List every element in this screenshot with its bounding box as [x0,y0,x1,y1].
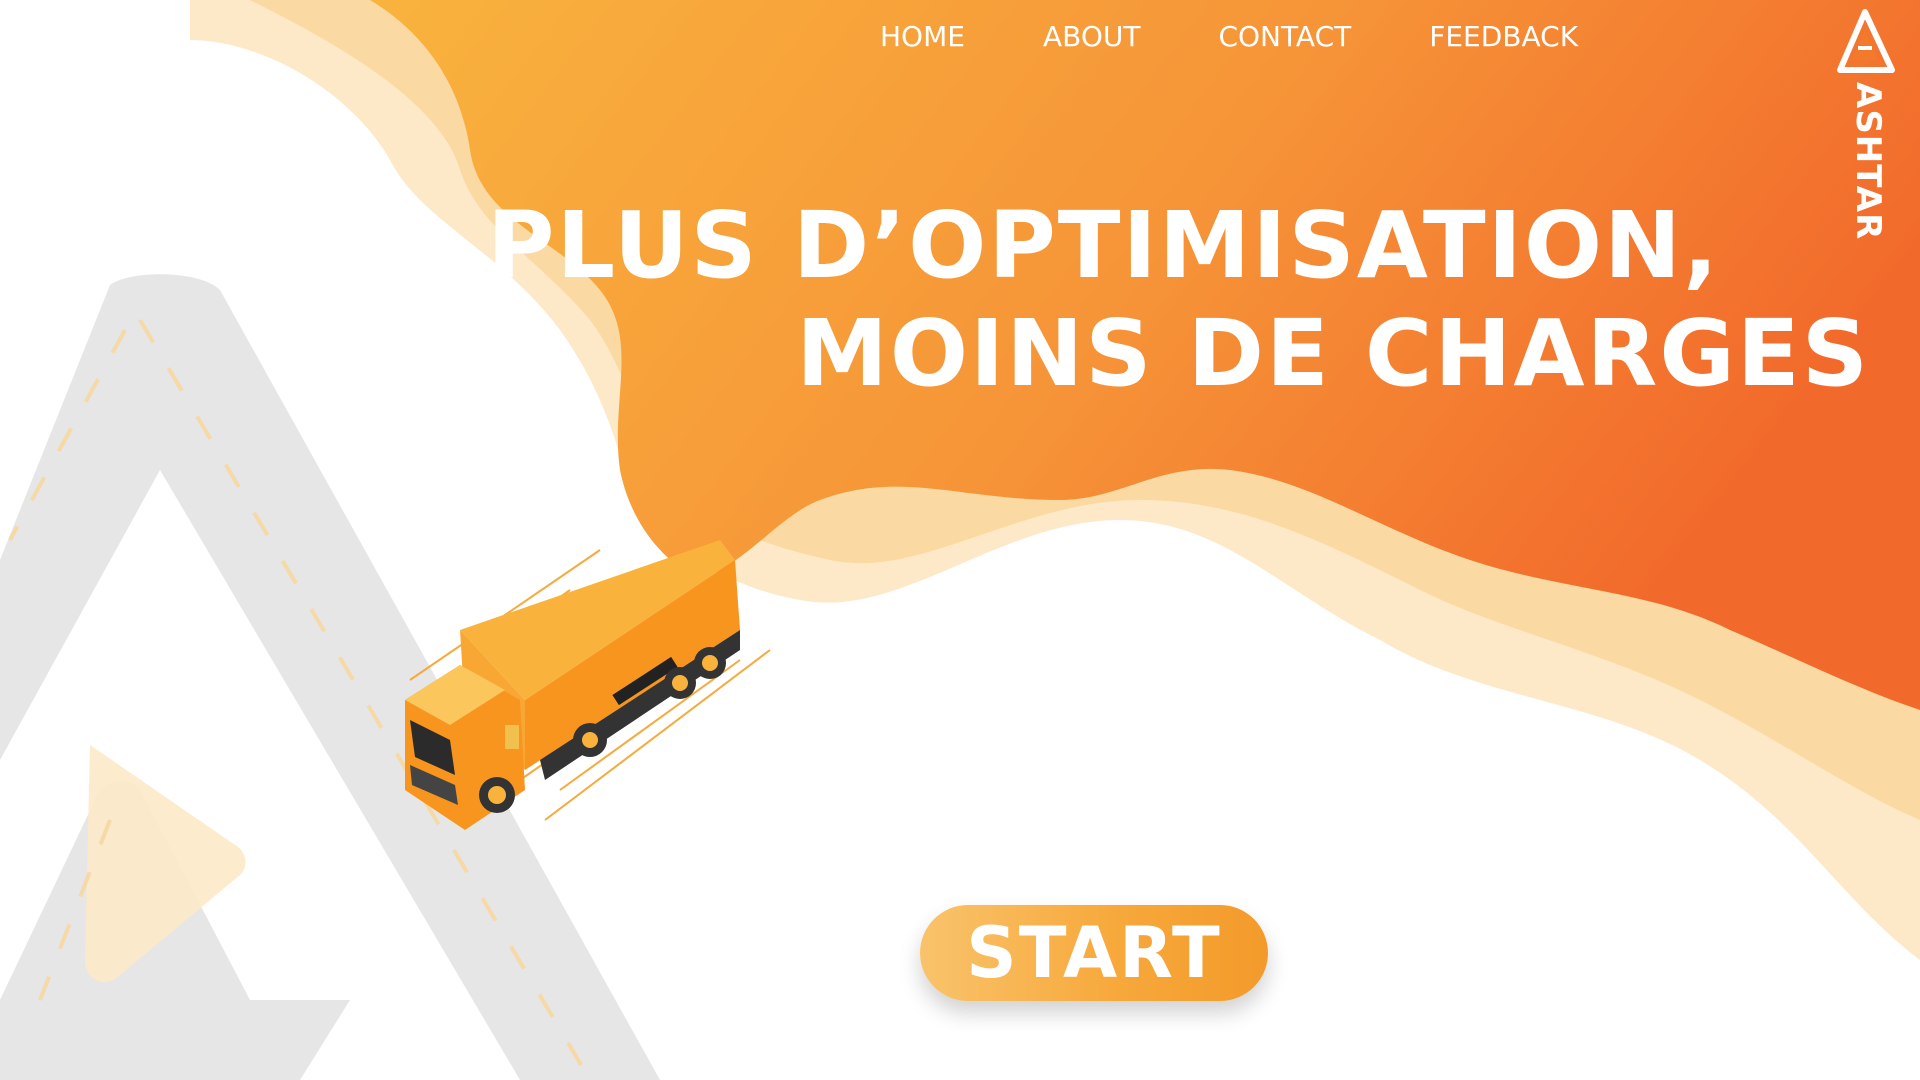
headline-line-1: PLUS D’OPTIMISATION, [487,192,1720,299]
orange-truck-icon [405,540,740,830]
nav-about-link[interactable]: ABOUT [1043,20,1141,53]
landing-page: HOME ABOUT CONTACT FEEDBACK ASHTAR PLUS … [0,0,1920,1080]
hero-headline: PLUS D’OPTIMISATION, MOINS DE CHARGES [487,192,1870,408]
triangle-road-logo-icon [1837,9,1895,73]
nav-feedback-link[interactable]: FEEDBACK [1429,20,1578,53]
nav-contact-link[interactable]: CONTACT [1218,20,1351,53]
nav-home-link[interactable]: HOME [880,20,965,53]
top-nav: HOME ABOUT CONTACT FEEDBACK [880,14,1578,58]
headline-line-2: MOINS DE CHARGES [796,300,1870,407]
start-button[interactable]: START [920,905,1268,1001]
